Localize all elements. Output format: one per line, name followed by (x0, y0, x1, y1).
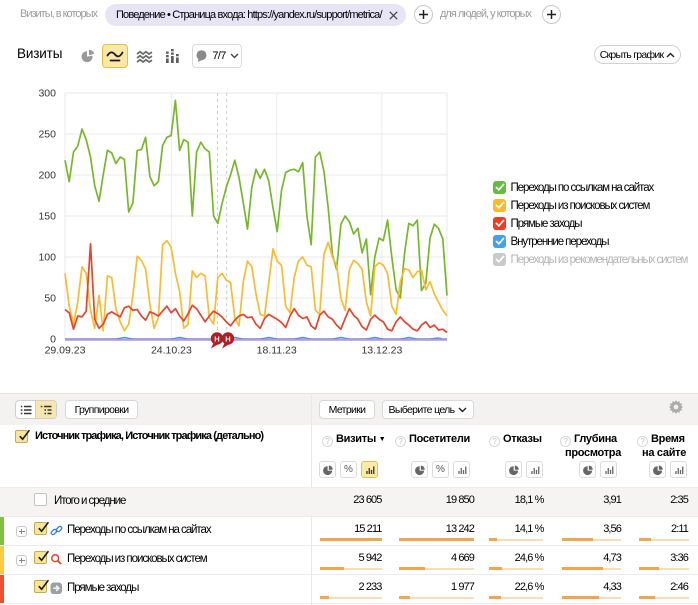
svg-text:300: 300 (38, 88, 56, 100)
svg-text:Н: Н (225, 335, 230, 344)
svg-text:150: 150 (38, 211, 56, 223)
svg-text:50: 50 (44, 293, 56, 305)
svg-text:18.11.23: 18.11.23 (257, 345, 297, 357)
svg-text:24.10.23: 24.10.23 (151, 345, 192, 357)
svg-text:29.09.23: 29.09.23 (45, 345, 86, 357)
svg-text:200: 200 (38, 170, 56, 182)
svg-text:100: 100 (38, 252, 56, 264)
svg-text:13.12.23: 13.12.23 (361, 345, 402, 357)
svg-text:250: 250 (38, 129, 56, 141)
svg-text:Н: Н (214, 335, 219, 344)
